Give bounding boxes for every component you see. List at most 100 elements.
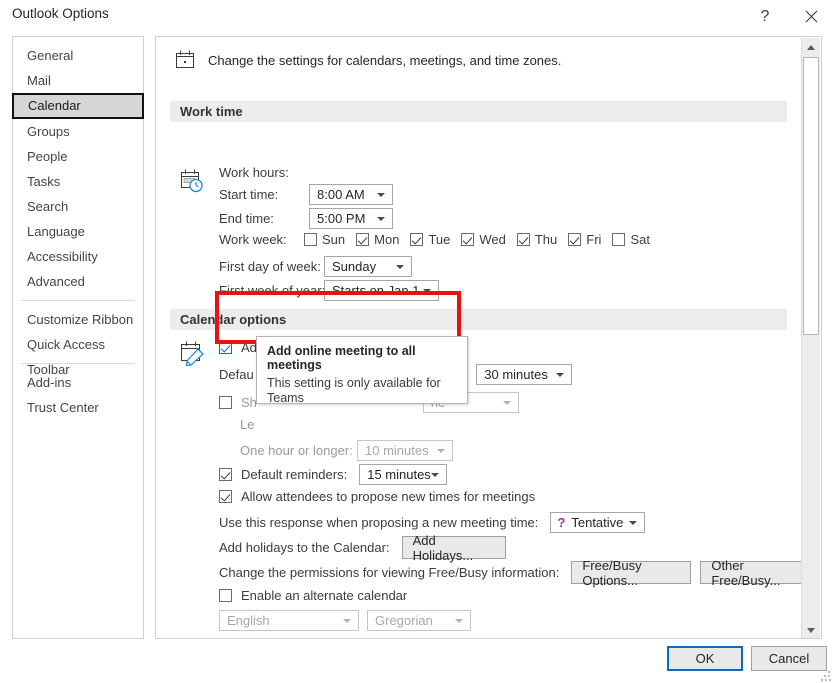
default-duration-combobox[interactable]: 30 minutes: [476, 364, 573, 385]
sidebar-item-calendar[interactable]: Calendar: [12, 93, 144, 119]
work-week-checkbox-sun[interactable]: [304, 233, 317, 246]
close-button[interactable]: [788, 0, 834, 33]
sidebar-item-trust-center[interactable]: Trust Center: [13, 395, 143, 420]
sidebar-item-tasks[interactable]: Tasks: [13, 169, 143, 194]
alternate-language-value: English: [227, 613, 270, 628]
work-week-checkbox-tue[interactable]: [410, 233, 424, 246]
work-week-day-wed[interactable]: Wed: [461, 232, 506, 247]
window-title: Outlook Options: [12, 6, 109, 21]
work-week-label: Work week:: [219, 232, 287, 247]
first-day-combobox[interactable]: Sunday: [324, 256, 412, 277]
free-busy-row: Change the permissions for viewing Free/…: [219, 558, 817, 588]
end-time-combobox[interactable]: 5:00 PM: [309, 208, 393, 229]
close-icon: [805, 10, 817, 23]
other-free-busy-button[interactable]: Other Free/Busy...: [700, 558, 817, 588]
work-week-checkbox-mon[interactable]: [356, 233, 370, 246]
start-time-label: Start time:: [219, 187, 279, 202]
add-online-meeting-checkbox[interactable]: [219, 341, 232, 354]
one-hour-or-longer-row: One hour or longer: 10 minutes: [240, 440, 453, 461]
sidebar-item-people[interactable]: People: [13, 144, 143, 169]
vertical-scrollbar[interactable]: [801, 38, 820, 638]
work-week-checkbox-thu[interactable]: [516, 233, 530, 246]
sidebar-item-add-ins[interactable]: Add-ins: [13, 370, 143, 395]
allow-propose-label: Allow attendees to propose new times for…: [241, 489, 536, 504]
first-day-value: Sunday: [332, 259, 377, 274]
scroll-up-button[interactable]: [802, 38, 820, 56]
one-hour-or-longer-combobox[interactable]: 10 minutes: [357, 440, 453, 461]
sidebar-item-groups[interactable]: Groups: [13, 119, 143, 144]
scroll-down-arrow-icon: [807, 627, 815, 633]
options-category-list[interactable]: General Mail Calendar Groups People Task…: [12, 36, 144, 639]
sidebar-item-language[interactable]: Language: [13, 219, 143, 244]
allow-propose-checkbox[interactable]: [219, 490, 232, 503]
work-week-day-mon[interactable]: Mon: [356, 232, 399, 247]
work-hours-label: Work hours:: [219, 165, 289, 180]
work-week-checkbox-sat[interactable]: [612, 233, 626, 246]
question-mark-tentative-icon: ?: [557, 515, 566, 530]
chevron-down-icon: [455, 618, 463, 623]
work-week-day-sat[interactable]: Sat: [612, 232, 650, 247]
first-week-row: First week of year: Starts on Jan 1: [219, 280, 439, 301]
start-time-combobox[interactable]: 8:00 AM: [309, 184, 393, 205]
work-week-label-wed: Wed: [479, 232, 506, 247]
work-week-label-tue: Tue: [428, 232, 451, 247]
use-response-combobox[interactable]: ? Tentative: [550, 512, 646, 533]
cancel-button[interactable]: Cancel: [751, 646, 827, 671]
sidebar-item-general[interactable]: General: [13, 43, 143, 68]
allow-propose-row[interactable]: Allow attendees to propose new times for…: [219, 489, 535, 504]
work-week-checkbox-wed[interactable]: [461, 233, 475, 246]
shorten-meetings-checkbox[interactable]: [219, 396, 232, 409]
less-than-one-hour-label: Le: [240, 417, 255, 432]
scroll-down-button[interactable]: [802, 621, 820, 638]
default-reminders-row[interactable]: Default reminders: 15 minutes: [219, 464, 448, 485]
chevron-down-icon: [377, 216, 385, 221]
scrollbar-thumb[interactable]: [803, 57, 819, 335]
shorten-meetings-label: Sh: [241, 395, 257, 410]
alternate-type-value: Gregorian: [375, 613, 433, 628]
help-button[interactable]: ?: [742, 0, 788, 33]
resize-grip[interactable]: [821, 671, 831, 681]
alternate-type-combobox[interactable]: Gregorian: [367, 610, 471, 631]
work-week-checkbox-fri[interactable]: [568, 233, 582, 246]
sidebar-item-customize-ribbon[interactable]: Customize Ribbon: [13, 307, 143, 332]
work-week-day-fri[interactable]: Fri: [568, 232, 601, 247]
default-duration-value: 30 minutes: [484, 367, 548, 382]
first-week-value: Starts on Jan 1: [332, 283, 420, 298]
work-week-row: Work week: Sun Mon Tue Wed Thu Fri Sat: [219, 232, 661, 247]
chevron-down-icon: [437, 448, 445, 453]
calendar-clock-icon: [181, 169, 203, 193]
icalendar-label: When sending meeting requests outside of…: [241, 638, 740, 639]
alternate-calendar-row[interactable]: Enable an alternate calendar: [219, 588, 407, 603]
end-time-value: 5:00 PM: [317, 211, 366, 226]
chevron-down-icon: [396, 264, 404, 269]
work-week-day-thu[interactable]: Thu: [516, 232, 558, 247]
default-reminders-combobox[interactable]: 15 minutes: [359, 464, 448, 485]
sidebar-item-accessibility[interactable]: Accessibility: [13, 244, 143, 269]
one-hour-or-longer-value: 10 minutes: [365, 443, 429, 458]
calendar-icon: [176, 50, 194, 68]
work-week-day-tue[interactable]: Tue: [410, 232, 450, 247]
one-hour-or-longer-label: One hour or longer:: [240, 443, 353, 458]
default-reminders-label: Default reminders:: [241, 467, 348, 482]
first-day-row: First day of week: Sunday: [219, 256, 412, 277]
icalendar-row[interactable]: When sending meeting requests outside of…: [219, 638, 740, 639]
sidebar-item-quick-access-toolbar[interactable]: Quick Access Toolbar: [13, 332, 143, 377]
question-mark-icon: ?: [760, 7, 770, 25]
sidebar-item-mail[interactable]: Mail: [13, 68, 143, 93]
work-week-day-sun[interactable]: Sun: [304, 232, 345, 247]
alternate-calendar-checkbox[interactable]: [219, 589, 232, 602]
calendar-options-scroll-content: Change the settings for calendars, meeti…: [156, 37, 817, 639]
work-week-label-fri: Fri: [586, 232, 602, 247]
use-response-label: Use this response when proposing a new m…: [219, 515, 539, 530]
work-week-label-mon: Mon: [374, 232, 400, 247]
default-reminders-checkbox[interactable]: [219, 468, 232, 481]
ok-button[interactable]: OK: [667, 646, 743, 671]
work-week-label-thu: Thu: [534, 232, 558, 247]
first-week-combobox[interactable]: Starts on Jan 1: [324, 280, 439, 301]
alternate-language-combobox[interactable]: English: [219, 610, 359, 631]
add-holidays-button[interactable]: Add Holidays...: [401, 533, 506, 563]
free-busy-options-button[interactable]: Free/Busy Options...: [571, 558, 692, 588]
chevron-down-icon: [423, 288, 431, 293]
sidebar-item-search[interactable]: Search: [13, 194, 143, 219]
sidebar-item-advanced[interactable]: Advanced: [13, 269, 143, 294]
